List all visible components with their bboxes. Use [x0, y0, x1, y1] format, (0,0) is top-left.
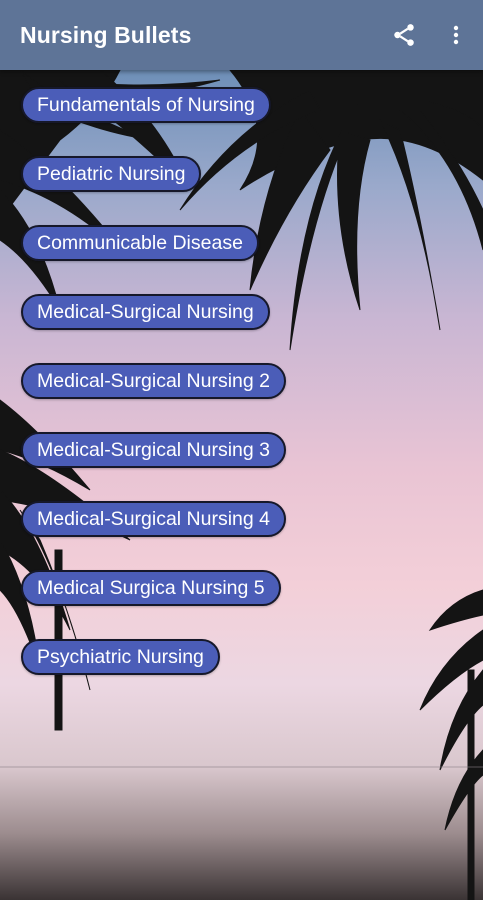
menu-item-communicable-disease[interactable]: Communicable Disease [21, 225, 259, 261]
more-vert-icon [453, 25, 459, 45]
more-options-button[interactable] [438, 17, 474, 53]
palm-silhouette-illustration [0, 70, 483, 900]
share-icon [394, 24, 414, 46]
menu-item-pediatric[interactable]: Pediatric Nursing [21, 156, 202, 192]
menu-item-psychiatric[interactable]: Psychiatric Nursing [21, 639, 220, 675]
menu-item-fundamentals[interactable]: Fundamentals of Nursing [21, 87, 271, 123]
menu-item-medsurg-1[interactable]: Medical-Surgical Nursing [21, 294, 270, 330]
background-image [0, 70, 483, 900]
menu-item-medsurg-3[interactable]: Medical-Surgical Nursing 3 [21, 432, 287, 468]
app-title: Nursing Bullets [20, 22, 192, 48]
menu-item-medsurg-2[interactable]: Medical-Surgical Nursing 2 [21, 363, 287, 399]
app-screen: Nursing Bullets Fundamentals of Nursing … [0, 0, 483, 900]
app-toolbar: Nursing Bullets [0, 0, 483, 70]
share-button[interactable] [386, 17, 422, 53]
menu-item-medsurg-4[interactable]: Medical-Surgical Nursing 4 [21, 501, 287, 537]
menu-item-medsurg-5[interactable]: Medical Surgica Nursing 5 [21, 570, 281, 606]
